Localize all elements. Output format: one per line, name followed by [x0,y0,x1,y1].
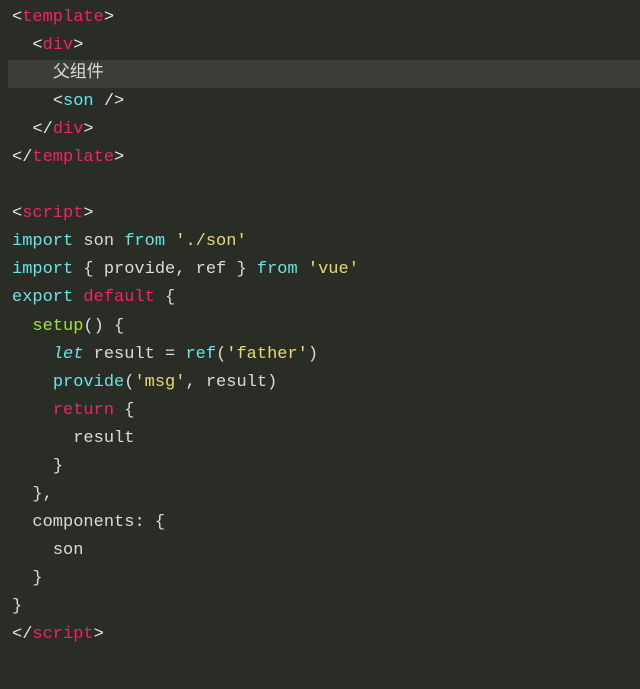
ident-result: result [206,373,267,392]
paren-open: ( [216,345,226,364]
code-line-empty[interactable] [8,172,640,200]
colon: : [134,513,154,532]
code-line[interactable]: result [8,425,640,453]
bracket-close-open: </ [12,625,32,644]
tag-template: template [22,8,104,27]
brace-open: { [114,317,124,336]
keyword-export: export [12,288,73,307]
code-line-highlighted[interactable]: 父组件 [8,60,640,88]
code-line[interactable]: import { provide, ref } from 'vue' [8,256,640,284]
brace-open: { [165,288,175,307]
tag-div-close: div [53,120,84,139]
code-line[interactable]: } [8,453,640,481]
fn-ref: ref [185,345,216,364]
code-line[interactable]: <template> [8,4,640,32]
code-line[interactable]: } [8,593,640,621]
code-line[interactable]: <div> [8,32,640,60]
brace-close: } [53,457,63,476]
paren-close: ) [267,373,277,392]
keyword-from: from [124,232,165,251]
bracket-open: < [32,36,42,55]
string-vue: 'vue' [308,260,359,279]
bracket-close-open: </ [12,148,32,167]
text-parent-component: 父组件 [53,64,104,83]
tag-son: son [63,92,94,111]
bracket-open: < [53,92,63,111]
ident-result: result [73,429,134,448]
brace-open: { [124,401,134,420]
code-line[interactable]: } [8,565,640,593]
comma: , [185,373,195,392]
brace-close: } [32,485,42,504]
code-line[interactable]: son [8,537,640,565]
code-line[interactable]: </template> [8,144,640,172]
tag-div: div [43,36,74,55]
bracket-close: > [94,625,104,644]
paren-close: ) [94,317,104,336]
bracket-close: > [73,36,83,55]
fn-provide: provide [53,373,124,392]
method-setup: setup [32,317,83,336]
self-close: /> [94,92,125,111]
keyword-import: import [12,232,73,251]
bracket-close: > [114,148,124,167]
string-msg: 'msg' [134,373,185,392]
tag-script: script [22,204,83,223]
tag-script-close: script [32,625,93,644]
keyword-let: let [53,345,84,364]
keyword-import: import [12,260,73,279]
bracket-close: > [83,120,93,139]
code-editor[interactable]: <template> <div> 父组件 <son /> </div> </te… [0,0,640,649]
brace-close: } [32,569,42,588]
code-line[interactable]: <son /> [8,88,640,116]
code-line[interactable]: import son from './son' [8,228,640,256]
code-line[interactable]: setup() { [8,313,640,341]
code-line[interactable]: export default { [8,284,640,312]
brace-close: } [12,597,22,616]
paren-open: ( [83,317,93,336]
ident-result: result [94,345,155,364]
code-line[interactable]: <script> [8,200,640,228]
tag-template-close: template [32,148,114,167]
code-line[interactable]: components: { [8,509,640,537]
bracket-open: < [12,204,22,223]
comma: , [43,485,53,504]
bracket-close-open: </ [32,120,52,139]
bracket-open: < [12,8,22,27]
code-line[interactable]: }, [8,481,640,509]
string-son-path: './son' [175,232,246,251]
keyword-return: return [53,401,114,420]
brace-close: } [236,260,246,279]
ident-provide: provide [104,260,175,279]
ident-components: components [32,513,134,532]
brace-open: { [155,513,165,532]
ident-son: son [53,541,84,560]
code-line[interactable]: return { [8,397,640,425]
keyword-from: from [257,260,298,279]
bracket-close: > [104,8,114,27]
brace-open: { [83,260,93,279]
code-line[interactable]: </div> [8,116,640,144]
code-line[interactable]: let result = ref('father') [8,341,640,369]
comma: , [175,260,185,279]
bracket-close: > [83,204,93,223]
string-father: 'father' [226,345,308,364]
ident-ref: ref [196,260,227,279]
code-line[interactable]: </script> [8,621,640,649]
keyword-default: default [83,288,154,307]
code-line[interactable]: provide('msg', result) [8,369,640,397]
paren-open: ( [124,373,134,392]
paren-close: ) [308,345,318,364]
ident-son: son [83,232,114,251]
equals: = [155,345,186,364]
